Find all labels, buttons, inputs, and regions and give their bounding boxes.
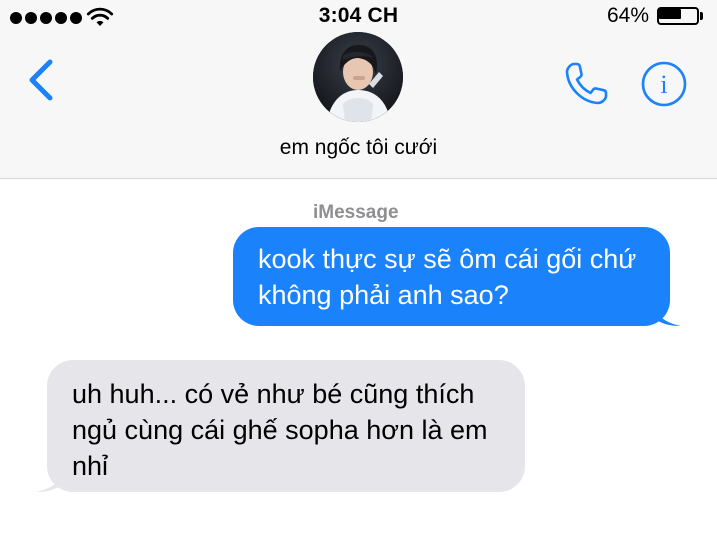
incoming-message-bubble[interactable]: uh huh... có vẻ như bé cũng thích ngủ cù… (36, 360, 525, 492)
messages-screen: 3:04 CH 64% em ngốc tôi cưới i iMessage … (0, 0, 717, 551)
contact-avatar[interactable] (313, 32, 403, 122)
call-button[interactable] (560, 58, 612, 110)
outgoing-message-bubble[interactable]: kook thực sự sẽ ôm cái gối chứ không phả… (233, 227, 681, 326)
bubble-tail (36, 470, 63, 492)
conversation-header: 3:04 CH 64% em ngốc tôi cưới i (0, 0, 717, 179)
message-text: uh huh... có vẻ như bé cũng thích ngủ cù… (72, 379, 488, 481)
back-button[interactable] (22, 55, 62, 105)
bubble-tail (654, 304, 681, 326)
status-bar: 3:04 CH 64% (0, 0, 717, 34)
avatar-photo (313, 32, 403, 122)
info-button[interactable]: i (640, 60, 688, 108)
battery-icon (657, 7, 705, 27)
message-text: kook thực sự sẽ ôm cái gối chứ không phả… (258, 244, 637, 310)
phone-icon (565, 62, 608, 105)
svg-text:i: i (660, 70, 667, 99)
service-label: iMessage (313, 202, 399, 223)
battery-level-fill (659, 9, 681, 19)
info-icon: i (641, 61, 687, 107)
contact-name[interactable]: em ngốc tôi cưới (0, 136, 717, 160)
battery-percent: 64% (606, 4, 649, 27)
chevron-left-icon (29, 59, 53, 101)
